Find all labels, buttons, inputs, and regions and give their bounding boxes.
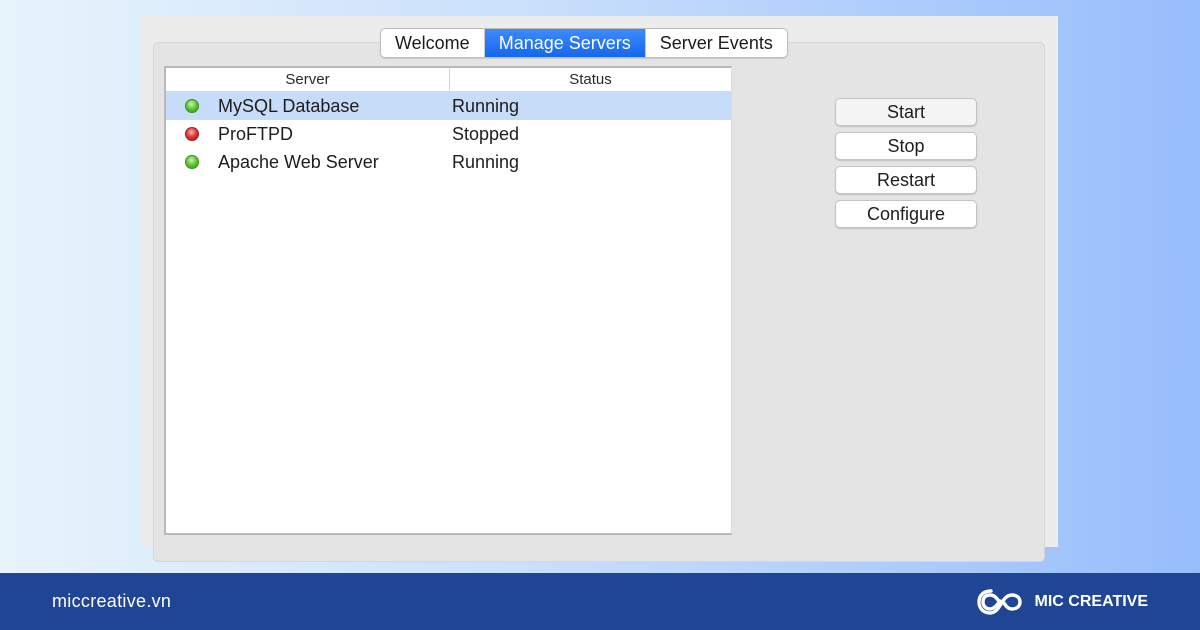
status-green-dot-icon <box>185 155 199 169</box>
table-header: Server Status <box>166 68 731 92</box>
footer-brand: MIC CREATIVE <box>976 587 1148 617</box>
server-table: Server Status MySQL Database Running Pro… <box>164 66 732 535</box>
server-status: Stopped <box>452 123 520 144</box>
restart-button[interactable]: Restart <box>835 166 977 194</box>
server-name: Apache Web Server <box>218 151 379 172</box>
status-red-dot-icon <box>185 127 199 141</box>
tab-welcome[interactable]: Welcome <box>381 29 485 57</box>
tab-server-events[interactable]: Server Events <box>646 29 787 57</box>
server-cell: Apache Web Server <box>166 152 452 173</box>
server-status: Running <box>452 151 520 172</box>
server-cell: MySQL Database <box>166 96 452 117</box>
footer-bar: miccreative.vn MIC CREATIVE <box>0 573 1200 630</box>
configure-button[interactable]: Configure <box>835 200 977 228</box>
stop-button[interactable]: Stop <box>835 132 977 160</box>
status-indicator-wrap <box>166 127 218 141</box>
tab-manage-servers[interactable]: Manage Servers <box>484 29 646 57</box>
footer-site-link[interactable]: miccreative.vn <box>52 591 171 612</box>
column-header-server[interactable]: Server <box>166 68 450 91</box>
server-manager-window: Welcome Manage Servers Server Events Ser… <box>141 16 1058 562</box>
tab-bar: Welcome Manage Servers Server Events <box>380 28 788 58</box>
server-name: ProFTPD <box>218 123 294 144</box>
status-green-dot-icon <box>185 99 199 113</box>
column-header-status[interactable]: Status <box>450 68 731 91</box>
status-indicator-wrap <box>166 99 218 113</box>
table-row[interactable]: ProFTPD Stopped <box>166 120 731 148</box>
table-row[interactable]: MySQL Database Running <box>166 92 731 120</box>
server-status: Running <box>452 95 520 116</box>
footer-brand-name: MIC CREATIVE <box>1034 592 1148 610</box>
start-button[interactable]: Start <box>835 98 977 126</box>
mic-creative-logo-icon <box>976 588 1022 615</box>
server-name: MySQL Database <box>218 95 360 116</box>
table-row[interactable]: Apache Web Server Running <box>166 148 731 176</box>
server-cell: ProFTPD <box>166 124 452 145</box>
status-indicator-wrap <box>166 155 218 169</box>
